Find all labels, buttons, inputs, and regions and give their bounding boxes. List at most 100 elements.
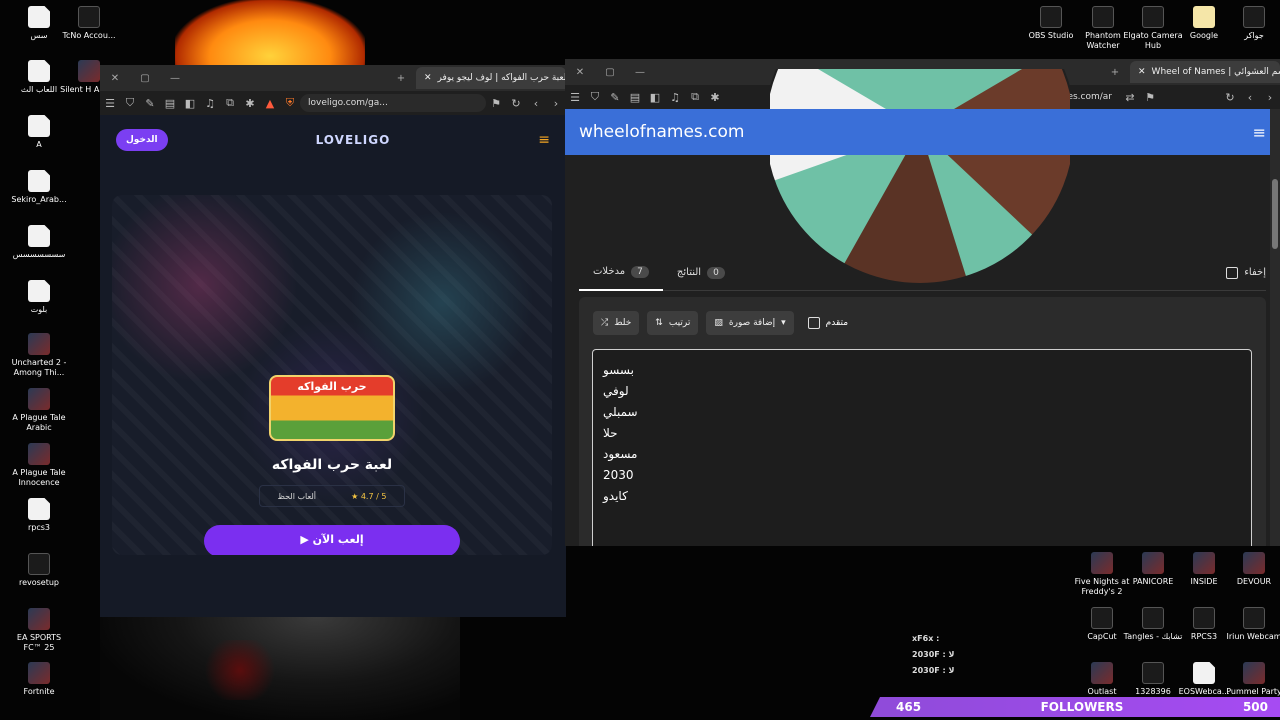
screenshot-icon[interactable]: ⧉: [685, 90, 705, 104]
game-icon: [1243, 662, 1265, 684]
wallpaper-fire: [175, 0, 365, 70]
extensions-icon[interactable]: ✱: [240, 97, 260, 110]
entries-textarea[interactable]: بسسو لوفي سمبلي حلا مسعود 2030 كايدو: [592, 349, 1252, 546]
desktop-shortcut[interactable]: revosetup: [8, 553, 70, 588]
reload-icon[interactable]: ↻: [506, 97, 526, 110]
minimize-window-icon[interactable]: —: [160, 73, 190, 84]
desktop-shortcut[interactable]: A Plague Tale Arabic: [8, 388, 70, 433]
game-thumbnail[interactable]: حرب الفواكه: [269, 375, 395, 441]
new-tab-icon[interactable]: +: [386, 73, 416, 84]
shield-icon[interactable]: ⛉: [585, 90, 605, 104]
desktop: سس اللعاب الث A Sekiro_Arab... سسسسسسس بلوت Un…: [0, 0, 1280, 720]
wallet-icon[interactable]: ▤: [160, 97, 180, 110]
site-logo[interactable]: LOVELIGO: [316, 133, 391, 147]
entry-line: بسسو: [603, 363, 634, 377]
minimize-window-icon[interactable]: —: [625, 67, 655, 78]
desktop-shortcut[interactable]: Uncharted 2 - Among Thi...: [8, 333, 70, 378]
desktop-shortcut[interactable]: rpcs3: [8, 498, 70, 533]
shortcut-label: Uncharted 2 - Among Thi...: [11, 358, 67, 377]
shield-icon[interactable]: ⛉: [120, 96, 140, 110]
doc-icon: [28, 225, 50, 247]
menu-icon[interactable]: ☰: [565, 91, 585, 104]
app-icon: [1142, 662, 1164, 684]
close-window-icon[interactable]: ✕: [565, 67, 595, 78]
back-icon[interactable]: ‹: [526, 97, 546, 110]
desktop-shortcut[interactable]: سسسسسسس: [8, 225, 70, 260]
tab-loveligo[interactable]: ✕ لعبة حرب الفواكه | لوف ليجو يوفر: [416, 67, 566, 89]
close-window-icon[interactable]: ✕: [100, 73, 130, 84]
scrollbar-thumb[interactable]: [1272, 179, 1278, 249]
tab-close-icon[interactable]: ✕: [424, 73, 432, 83]
desktop-shortcut[interactable]: Sekiro_Arab...: [8, 170, 70, 205]
music-icon[interactable]: ♫: [200, 97, 220, 110]
music-icon[interactable]: ♫: [665, 91, 685, 104]
address-bar[interactable]: loveligo.com/ga...: [300, 94, 486, 112]
desktop-shortcut[interactable]: DEVOUR: [1223, 552, 1280, 587]
camera-icon: [1142, 6, 1164, 28]
rating-value: 4.7 / 5: [360, 491, 387, 501]
site-settings-icon[interactable]: ⇄: [1120, 91, 1140, 104]
advanced-toggle[interactable]: متقدم: [807, 317, 848, 329]
tab-results[interactable]: النتائج 0: [663, 255, 739, 291]
tab-entries[interactable]: مدخلات 7: [579, 255, 663, 291]
desktop-shortcut[interactable]: Iriun Webcam: [1223, 607, 1280, 642]
pin-icon[interactable]: ✎: [140, 97, 160, 110]
hide-checkbox[interactable]: [1226, 266, 1239, 279]
maximize-window-icon[interactable]: ▢: [130, 73, 160, 84]
desktop-shortcut[interactable]: جواكر: [1223, 6, 1280, 41]
entry-line: مسعود: [603, 447, 638, 461]
sidebar-icon[interactable]: ◧: [180, 97, 200, 110]
app-icon: [1092, 6, 1114, 28]
bookmark-icon[interactable]: ⚑: [486, 97, 506, 110]
menu-icon[interactable]: ☰: [100, 97, 120, 110]
desktop-shortcut[interactable]: Fortnite: [8, 662, 70, 697]
wallet-icon[interactable]: ▤: [625, 91, 645, 104]
extensions-icon[interactable]: ✱: [705, 91, 725, 104]
hide-toggle[interactable]: إخفاء: [1226, 266, 1266, 279]
shuffle-button[interactable]: ⤮ خلط: [593, 311, 640, 335]
desktop-shortcut[interactable]: A Plague Tale Innocence: [8, 443, 70, 488]
play-now-button[interactable]: ▶ إلعب الآن: [204, 525, 460, 555]
brand-name[interactable]: wheelofnames.com: [579, 122, 744, 142]
browser-window-wheelofnames: ✕ ▢ — + ✕ Wheel of Names | اسم العشوائي …: [565, 59, 1280, 546]
category-label: ألعاب الحظ: [277, 491, 316, 501]
app-icon: [1091, 607, 1113, 629]
login-button[interactable]: الدخول: [116, 129, 168, 151]
advanced-checkbox[interactable]: [807, 317, 820, 329]
shortcut-label: EA SPORTS FC™ 25: [16, 633, 62, 652]
tab-close-icon[interactable]: ✕: [1138, 67, 1146, 77]
forward-icon[interactable]: ›: [1260, 91, 1280, 104]
back-icon[interactable]: ‹: [1240, 91, 1260, 104]
sidebar-icon[interactable]: ◧: [645, 91, 665, 104]
game-icon: [28, 662, 50, 684]
entry-line: 2030: [603, 468, 634, 482]
scrollbar[interactable]: [1270, 109, 1280, 546]
desktop-shortcut[interactable]: A: [8, 115, 70, 150]
pin-icon[interactable]: ✎: [605, 91, 625, 104]
app-icon: [1193, 607, 1215, 629]
new-tab-icon[interactable]: +: [1100, 67, 1130, 78]
tab-wheelofnames[interactable]: ✕ Wheel of Names | اسم العشوائي: [1130, 61, 1280, 83]
reload-icon[interactable]: ↻: [1220, 91, 1240, 104]
hamburger-icon[interactable]: ≡: [538, 132, 550, 148]
bookmark-icon[interactable]: ⚑: [1140, 91, 1160, 104]
maximize-window-icon[interactable]: ▢: [595, 67, 625, 78]
shuffle-label: خلط: [614, 318, 632, 328]
desktop-shortcut[interactable]: Pummel Party: [1223, 662, 1280, 697]
tab-bar: ✕ ▢ — + ✕ لعبة حرب الفواكه | لوف ليجو يو…: [100, 65, 566, 91]
forward-icon[interactable]: ›: [546, 97, 566, 110]
entry-line: حلا: [603, 426, 618, 440]
shortcut-label: A Plague Tale Innocence: [12, 468, 66, 487]
hamburger-icon[interactable]: ≡: [1253, 123, 1266, 142]
screenshot-icon[interactable]: ⧉: [220, 96, 240, 110]
brave-shield-icon[interactable]: ⛨: [280, 96, 300, 110]
add-image-button[interactable]: ▨ إضافة صورة ▾: [706, 311, 794, 335]
desktop-shortcut[interactable]: بلوت: [8, 280, 70, 315]
desktop-shortcut[interactable]: TcNo Accou...: [58, 6, 120, 41]
desktop-shortcut[interactable]: EA SPORTS FC™ 25: [8, 608, 70, 653]
sort-button[interactable]: ⇅ ترتيب: [647, 311, 699, 335]
google-icon: [1193, 6, 1215, 28]
tab-title: Wheel of Names | اسم العشوائي: [1151, 67, 1280, 77]
shortcut-label: بلوت: [30, 305, 48, 314]
brave-rewards-icon[interactable]: ▲: [260, 97, 280, 110]
